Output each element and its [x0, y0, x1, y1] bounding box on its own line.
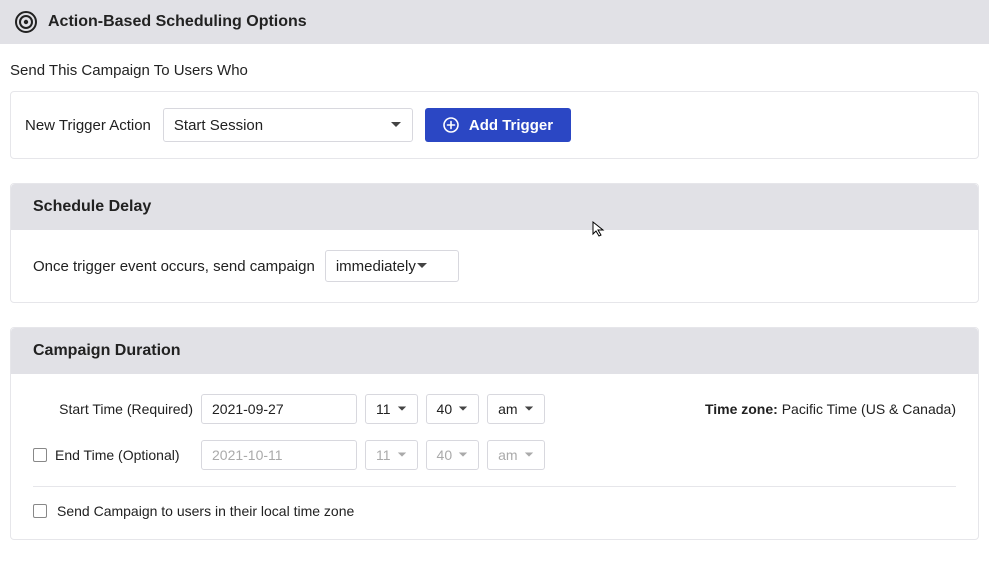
end-hour-value: 11 [376, 447, 391, 463]
local-timezone-checkbox[interactable] [33, 504, 47, 518]
chevron-down-icon [397, 404, 407, 414]
timezone-value: Pacific Time (US & Canada) [782, 401, 956, 417]
plus-circle-icon [443, 117, 459, 133]
target-icon [14, 10, 38, 34]
end-ampm-value: am [498, 447, 517, 463]
start-minute-value: 40 [437, 401, 453, 417]
start-date-input[interactable]: 2021-09-27 [201, 394, 357, 424]
start-ampm-select[interactable]: am [487, 394, 544, 424]
chevron-down-icon [416, 260, 428, 272]
end-time-label: End Time (Optional) [55, 447, 180, 463]
end-ampm-select[interactable]: am [487, 440, 544, 470]
schedule-delay-header: Schedule Delay [11, 184, 978, 230]
campaign-duration-panel: Campaign Duration Start Time (Required) … [10, 327, 979, 540]
campaign-duration-header: Campaign Duration [11, 328, 978, 374]
schedule-delay-panel: Schedule Delay Once trigger event occurs… [10, 183, 979, 303]
page-header: Action-Based Scheduling Options [0, 0, 989, 44]
start-hour-value: 11 [376, 401, 391, 417]
start-date-value: 2021-09-27 [212, 401, 284, 417]
delay-select[interactable]: immediately [325, 250, 459, 282]
delay-text: Once trigger event occurs, send campaign [33, 258, 315, 275]
page-title: Action-Based Scheduling Options [48, 13, 307, 31]
end-minute-select[interactable]: 40 [426, 440, 480, 470]
trigger-panel: New Trigger Action Start Session Add Tri… [10, 91, 979, 159]
add-trigger-label: Add Trigger [469, 117, 553, 134]
add-trigger-button[interactable]: Add Trigger [425, 108, 571, 142]
send-to-label: Send This Campaign To Users Who [0, 44, 989, 85]
end-date-input[interactable]: 2021-10-11 [201, 440, 357, 470]
chevron-down-icon [390, 119, 402, 131]
end-date-value: 2021-10-11 [212, 447, 283, 463]
timezone-label: Time zone: [705, 401, 778, 417]
divider [33, 486, 956, 487]
trigger-action-value: Start Session [174, 117, 263, 134]
chevron-down-icon [397, 450, 407, 460]
start-hour-select[interactable]: 11 [365, 394, 418, 424]
chevron-down-icon [524, 404, 534, 414]
chevron-down-icon [458, 404, 468, 414]
new-trigger-label: New Trigger Action [25, 117, 151, 134]
chevron-down-icon [458, 450, 468, 460]
delay-select-value: immediately [336, 258, 416, 275]
end-time-checkbox[interactable] [33, 448, 47, 462]
end-hour-select[interactable]: 11 [365, 440, 418, 470]
chevron-down-icon [524, 450, 534, 460]
start-time-label: Start Time (Required) [59, 401, 193, 417]
local-timezone-label: Send Campaign to users in their local ti… [57, 503, 354, 519]
start-minute-select[interactable]: 40 [426, 394, 480, 424]
start-ampm-value: am [498, 401, 517, 417]
end-minute-value: 40 [437, 447, 453, 463]
trigger-action-select[interactable]: Start Session [163, 108, 413, 142]
